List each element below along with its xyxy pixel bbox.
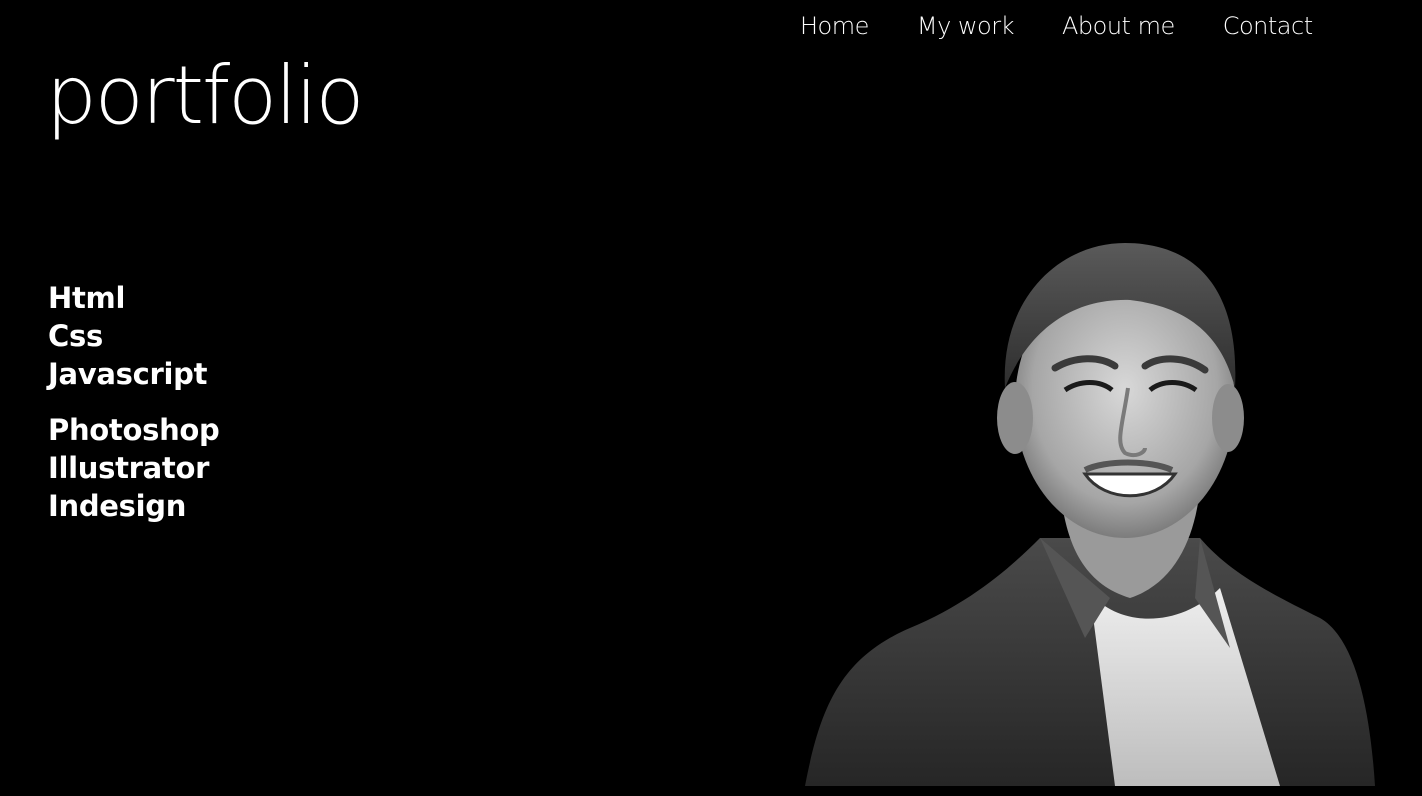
skill-item: Photoshop bbox=[48, 413, 220, 447]
nav-item-home[interactable]: Home bbox=[800, 10, 869, 42]
skills-design-list: Photoshop Illustrator Indesign bbox=[48, 411, 220, 525]
nav-item-my-work[interactable]: My work bbox=[917, 10, 1015, 42]
skill-item: Illustrator bbox=[48, 451, 210, 485]
skills-dev-list: Html Css Javascript bbox=[48, 279, 207, 393]
skill-item: Html bbox=[48, 281, 126, 315]
nav-item-contact[interactable]: Contact bbox=[1223, 10, 1313, 42]
skill-item: Javascript bbox=[48, 357, 208, 391]
site-logo[interactable]: portfolio bbox=[46, 48, 364, 144]
nav-item-about-me[interactable]: About me bbox=[1062, 10, 1175, 42]
main-nav: Home My work About me Contact bbox=[800, 10, 1313, 42]
portrait-photo bbox=[805, 243, 1375, 786]
skill-item: Indesign bbox=[48, 489, 187, 523]
skill-item: Css bbox=[48, 319, 103, 353]
